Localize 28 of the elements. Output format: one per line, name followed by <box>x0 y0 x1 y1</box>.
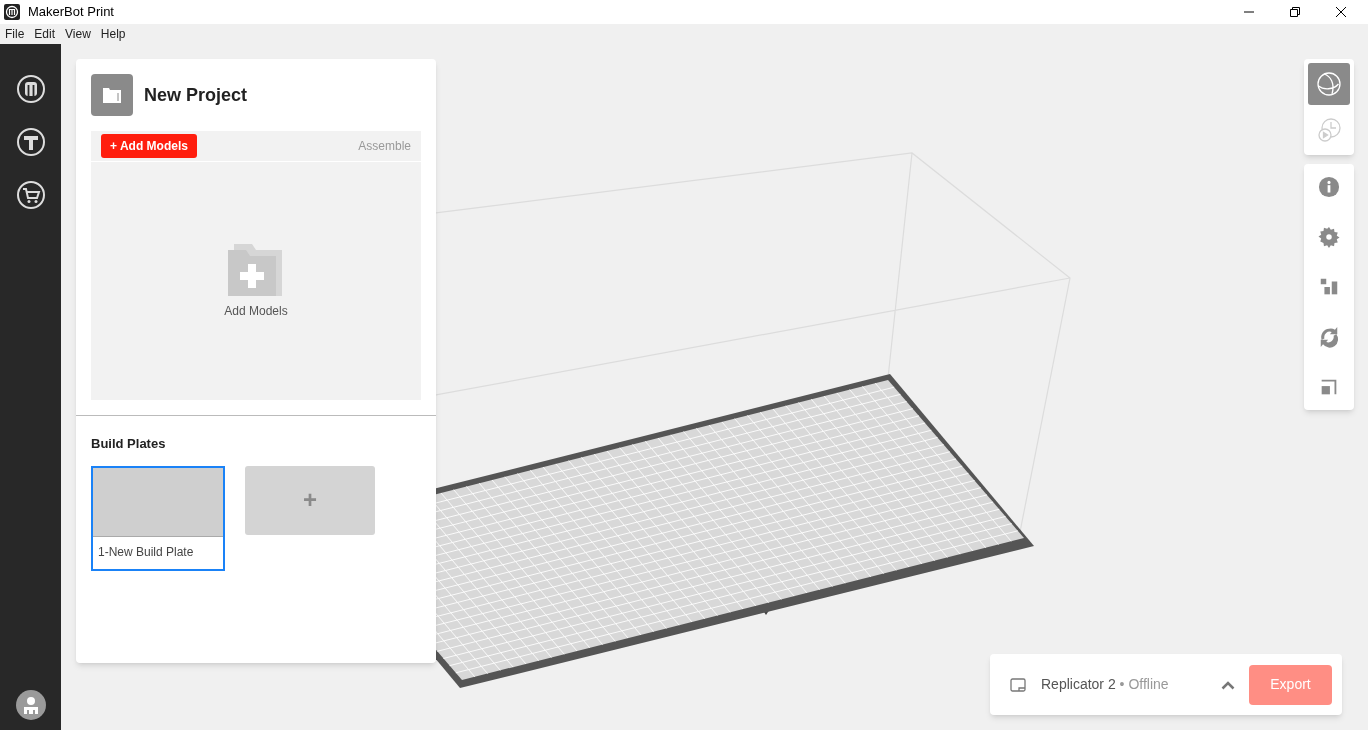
project-title: New Project <box>144 83 248 107</box>
close-icon <box>1336 7 1346 17</box>
rotate-icon[interactable] <box>1318 326 1340 348</box>
app-logo-icon <box>4 4 20 20</box>
menu-item[interactable]: View <box>60 25 96 43</box>
printer-status[interactable]: Replicator 2 • Offline <box>1041 674 1169 695</box>
menu-item[interactable]: File <box>0 25 30 43</box>
menu-item[interactable]: Edit <box>29 25 61 43</box>
add-models-label: Add Models <box>224 303 288 320</box>
chevron-up-icon[interactable] <box>1221 679 1235 690</box>
plate-label: 1-New Build Plate <box>97 543 195 561</box>
printer-icon[interactable] <box>1010 677 1026 692</box>
globe-view-button[interactable] <box>1308 63 1350 105</box>
folder-icon <box>91 74 133 116</box>
clock-play-icon <box>1316 117 1342 143</box>
thingiverse-icon[interactable] <box>15 127 46 157</box>
globe-icon <box>1316 71 1342 97</box>
user-avatar-icon[interactable] <box>15 690 46 720</box>
settings-icon[interactable] <box>1318 226 1340 248</box>
makerbot-logo-icon[interactable] <box>15 74 46 104</box>
build-plate-thumbnail[interactable]: 1-New Build Plate <box>91 465 225 571</box>
restore-icon <box>1290 7 1300 17</box>
window-title: MakerBot Print <box>28 3 114 22</box>
menu-item[interactable]: Help <box>95 25 131 43</box>
add-models-button[interactable]: + Add Models <box>101 134 197 158</box>
build-plates-heading: Build Plates <box>90 435 167 453</box>
info-icon[interactable] <box>1318 176 1340 198</box>
cart-icon[interactable] <box>15 180 46 210</box>
